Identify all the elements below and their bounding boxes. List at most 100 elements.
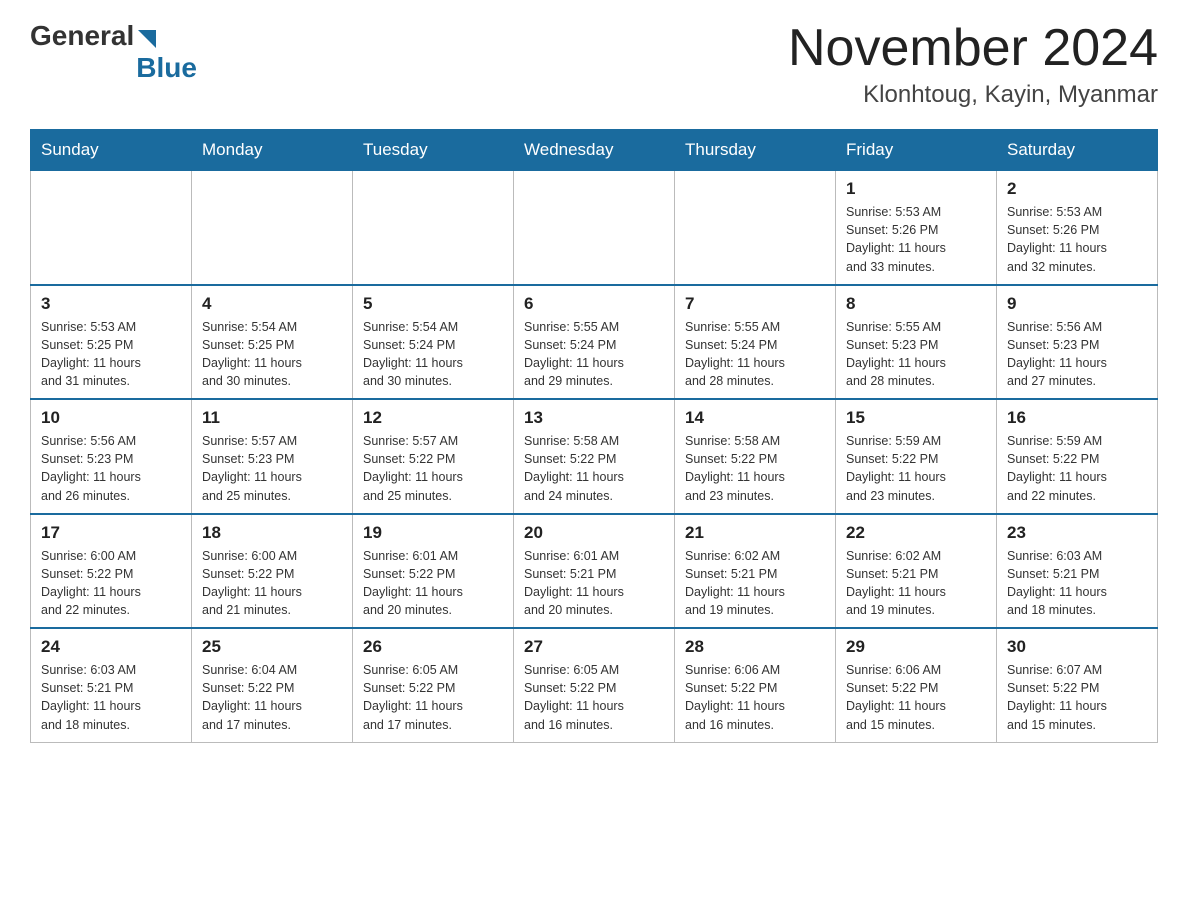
day-info: Sunrise: 5:58 AM Sunset: 5:22 PM Dayligh… <box>685 432 825 505</box>
calendar-day-cell: 8Sunrise: 5:55 AM Sunset: 5:23 PM Daylig… <box>836 285 997 400</box>
calendar-day-cell: 16 Sunrise: 5:59 AM Sunset: 5:22 PM Dayli… <box>997 399 1158 514</box>
calendar-day-cell <box>31 171 192 285</box>
day-info: Sunrise: 6:00 AM Sunset: 5:22 PM Dayligh… <box>41 547 181 620</box>
location-subtitle: Klonhtoug, Kayin, Myanmar <box>788 81 1158 109</box>
day-info: Sunrise: 5:58 AM Sunset: 5:22 PM Dayligh… <box>524 432 664 505</box>
calendar-week-row: 1 Sunrise: 5:53 AM Sunset: 5:26 PM Daylig… <box>31 171 1158 285</box>
calendar-day-cell: 11 Sunrise: 5:57 AM Sunset: 5:23 PM Dayli… <box>192 399 353 514</box>
day-info: Sunrise: 5:59 AM Sunset: 5:22 PM Dayligh… <box>1007 432 1147 505</box>
calendar-day-cell: 28 Sunrise: 6:06 AM Sunset: 5:22 PM Dayli… <box>675 628 836 742</box>
day-info: Sunrise: 6:06 AM Sunset: 5:22 PM Dayligh… <box>685 661 825 734</box>
calendar-day-cell: 21 Sunrise: 6:02 AM Sunset: 5:21 PM Dayli… <box>675 514 836 629</box>
weekday-header-saturday: Saturday <box>997 130 1158 171</box>
day-info: Sunrise: 6:05 AM Sunset: 5:22 PM Dayligh… <box>524 661 664 734</box>
day-number: 6 <box>524 294 664 314</box>
calendar-day-cell: 19Sunrise: 6:01 AM Sunset: 5:22 PM Dayli… <box>353 514 514 629</box>
day-number: 23 <box>1007 523 1147 543</box>
day-number: 25 <box>202 637 342 657</box>
day-info: Sunrise: 6:06 AM Sunset: 5:22 PM Dayligh… <box>846 661 986 734</box>
day-info: Sunrise: 5:56 AM Sunset: 5:23 PM Dayligh… <box>1007 318 1147 391</box>
weekday-header-thursday: Thursday <box>675 130 836 171</box>
day-number: 4 <box>202 294 342 314</box>
day-info: Sunrise: 5:54 AM Sunset: 5:24 PM Dayligh… <box>363 318 503 391</box>
day-number: 17 <box>41 523 181 543</box>
day-number: 5 <box>363 294 503 314</box>
weekday-header-monday: Monday <box>192 130 353 171</box>
calendar-day-cell: 12Sunrise: 5:57 AM Sunset: 5:22 PM Dayli… <box>353 399 514 514</box>
day-number: 27 <box>524 637 664 657</box>
calendar-week-row: 17 Sunrise: 6:00 AM Sunset: 5:22 PM Dayli… <box>31 514 1158 629</box>
day-number: 14 <box>685 408 825 428</box>
day-number: 16 <box>1007 408 1147 428</box>
day-info: Sunrise: 6:04 AM Sunset: 5:22 PM Dayligh… <box>202 661 342 734</box>
calendar-day-cell: 14 Sunrise: 5:58 AM Sunset: 5:22 PM Dayli… <box>675 399 836 514</box>
day-number: 20 <box>524 523 664 543</box>
calendar-day-cell <box>353 171 514 285</box>
day-info: Sunrise: 6:02 AM Sunset: 5:21 PM Dayligh… <box>846 547 986 620</box>
day-number: 28 <box>685 637 825 657</box>
day-number: 11 <box>202 408 342 428</box>
calendar-day-cell: 26Sunrise: 6:05 AM Sunset: 5:22 PM Dayli… <box>353 628 514 742</box>
calendar-week-row: 10 Sunrise: 5:56 AM Sunset: 5:23 PM Dayli… <box>31 399 1158 514</box>
calendar-day-cell: 15Sunrise: 5:59 AM Sunset: 5:22 PM Dayli… <box>836 399 997 514</box>
day-info: Sunrise: 5:56 AM Sunset: 5:23 PM Dayligh… <box>41 432 181 505</box>
logo-arrow-icon <box>138 30 156 48</box>
day-info: Sunrise: 6:00 AM Sunset: 5:22 PM Dayligh… <box>202 547 342 620</box>
calendar-day-cell: 4 Sunrise: 5:54 AM Sunset: 5:25 PM Daylig… <box>192 285 353 400</box>
calendar-day-cell: 6 Sunrise: 5:55 AM Sunset: 5:24 PM Daylig… <box>514 285 675 400</box>
calendar-day-cell: 27 Sunrise: 6:05 AM Sunset: 5:22 PM Dayli… <box>514 628 675 742</box>
day-number: 8 <box>846 294 986 314</box>
calendar-day-cell: 5 Sunrise: 5:54 AM Sunset: 5:24 PM Daylig… <box>353 285 514 400</box>
day-number: 10 <box>41 408 181 428</box>
day-info: Sunrise: 5:53 AM Sunset: 5:26 PM Dayligh… <box>1007 203 1147 276</box>
day-number: 13 <box>524 408 664 428</box>
day-number: 3 <box>41 294 181 314</box>
calendar-day-cell: 24Sunrise: 6:03 AM Sunset: 5:21 PM Dayli… <box>31 628 192 742</box>
weekday-header-wednesday: Wednesday <box>514 130 675 171</box>
calendar-day-cell <box>675 171 836 285</box>
logo-top: General <box>30 20 156 52</box>
day-number: 2 <box>1007 179 1147 199</box>
day-number: 21 <box>685 523 825 543</box>
calendar-day-cell <box>514 171 675 285</box>
day-number: 29 <box>846 637 986 657</box>
calendar-day-cell: 30Sunrise: 6:07 AM Sunset: 5:22 PM Dayli… <box>997 628 1158 742</box>
day-number: 1 <box>846 179 986 199</box>
calendar-table: SundayMondayTuesdayWednesdayThursdayFrid… <box>30 129 1158 743</box>
day-number: 26 <box>363 637 503 657</box>
day-number: 15 <box>846 408 986 428</box>
day-number: 22 <box>846 523 986 543</box>
title-section: November 2024 Klonhtoug, Kayin, Myanmar <box>788 20 1158 109</box>
calendar-header-row: SundayMondayTuesdayWednesdayThursdayFrid… <box>31 130 1158 171</box>
weekday-header-friday: Friday <box>836 130 997 171</box>
calendar-week-row: 3Sunrise: 5:53 AM Sunset: 5:25 PM Daylig… <box>31 285 1158 400</box>
logo-general-text: General <box>30 20 134 52</box>
logo: General General Blue <box>30 20 197 84</box>
day-info: Sunrise: 6:01 AM Sunset: 5:22 PM Dayligh… <box>363 547 503 620</box>
day-info: Sunrise: 6:01 AM Sunset: 5:21 PM Dayligh… <box>524 547 664 620</box>
calendar-week-row: 24Sunrise: 6:03 AM Sunset: 5:21 PM Dayli… <box>31 628 1158 742</box>
calendar-day-cell: 22 Sunrise: 6:02 AM Sunset: 5:21 PM Dayli… <box>836 514 997 629</box>
day-info: Sunrise: 5:54 AM Sunset: 5:25 PM Dayligh… <box>202 318 342 391</box>
page-header: General General Blue November 2024 Klonh… <box>30 20 1158 109</box>
calendar-day-cell: 1 Sunrise: 5:53 AM Sunset: 5:26 PM Daylig… <box>836 171 997 285</box>
calendar-day-cell: 29 Sunrise: 6:06 AM Sunset: 5:22 PM Dayli… <box>836 628 997 742</box>
calendar-day-cell: 7Sunrise: 5:55 AM Sunset: 5:24 PM Daylig… <box>675 285 836 400</box>
calendar-day-cell: 13 Sunrise: 5:58 AM Sunset: 5:22 PM Dayli… <box>514 399 675 514</box>
day-number: 18 <box>202 523 342 543</box>
day-info: Sunrise: 5:53 AM Sunset: 5:26 PM Dayligh… <box>846 203 986 276</box>
calendar-day-cell: 2 Sunrise: 5:53 AM Sunset: 5:26 PM Daylig… <box>997 171 1158 285</box>
weekday-header-tuesday: Tuesday <box>353 130 514 171</box>
calendar-day-cell: 10 Sunrise: 5:56 AM Sunset: 5:23 PM Dayli… <box>31 399 192 514</box>
logo-blue-text: Blue <box>136 52 197 84</box>
day-info: Sunrise: 5:57 AM Sunset: 5:23 PM Dayligh… <box>202 432 342 505</box>
day-info: Sunrise: 5:55 AM Sunset: 5:24 PM Dayligh… <box>524 318 664 391</box>
month-year-title: November 2024 <box>788 20 1158 77</box>
day-info: Sunrise: 6:02 AM Sunset: 5:21 PM Dayligh… <box>685 547 825 620</box>
calendar-day-cell: 20 Sunrise: 6:01 AM Sunset: 5:21 PM Dayli… <box>514 514 675 629</box>
day-info: Sunrise: 6:03 AM Sunset: 5:21 PM Dayligh… <box>1007 547 1147 620</box>
weekday-header-sunday: Sunday <box>31 130 192 171</box>
day-info: Sunrise: 5:57 AM Sunset: 5:22 PM Dayligh… <box>363 432 503 505</box>
day-info: Sunrise: 6:03 AM Sunset: 5:21 PM Dayligh… <box>41 661 181 734</box>
calendar-day-cell: 23 Sunrise: 6:03 AM Sunset: 5:21 PM Dayli… <box>997 514 1158 629</box>
